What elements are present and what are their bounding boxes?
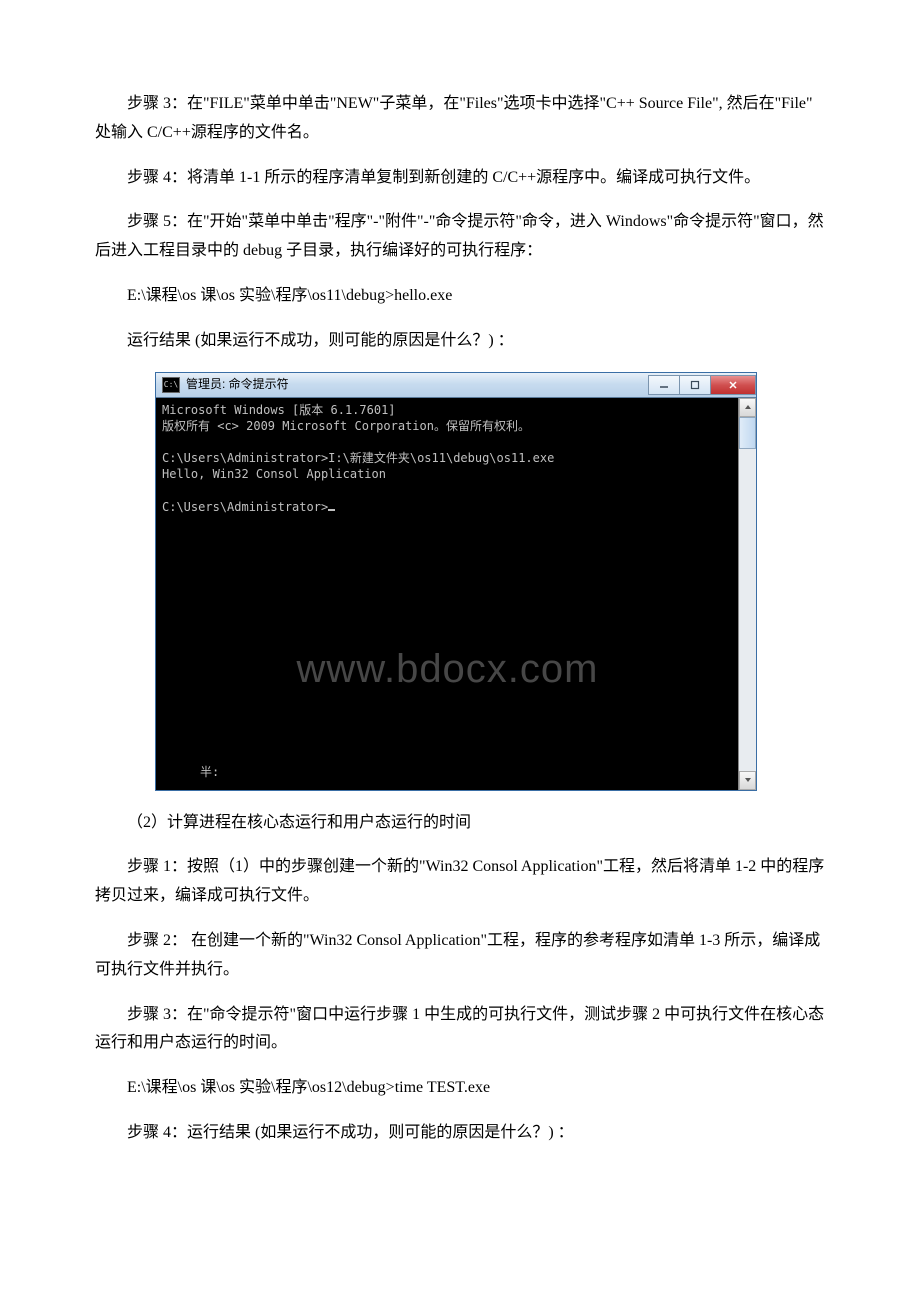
close-icon — [728, 380, 738, 390]
minimize-button[interactable] — [648, 375, 680, 395]
titlebar-left: C:\ 管理员: 命令提示符 — [162, 374, 289, 396]
step-5-paragraph: 步骤 5：在"开始"菜单中单击"程序"-"附件"-"命令提示符"命令，进入 Wi… — [95, 208, 825, 266]
window-title: 管理员: 命令提示符 — [186, 374, 289, 396]
console-body: Microsoft Windows [版本 6.1.7601] 版权所有 <c>… — [156, 398, 756, 790]
titlebar: C:\ 管理员: 命令提示符 — [156, 373, 756, 398]
scrollbar-track[interactable] — [739, 449, 756, 771]
chevron-down-icon — [744, 776, 752, 784]
step-3-paragraph: 步骤 3：在"FILE"菜单中单击"NEW"子菜单，在"Files"选项卡中选择… — [95, 90, 825, 148]
close-button[interactable] — [710, 375, 756, 395]
scroll-down-button[interactable] — [739, 771, 756, 790]
chevron-up-icon — [744, 403, 752, 411]
scroll-up-button[interactable] — [739, 398, 756, 417]
ime-indicator: 半: — [200, 762, 219, 784]
cmd-icon: C:\ — [162, 377, 180, 393]
document-page: 步骤 3：在"FILE"菜单中单击"NEW"子菜单，在"Files"选项卡中选择… — [0, 0, 920, 1224]
scrollbar-thumb[interactable] — [739, 417, 756, 449]
section-2-heading: （2）计算进程在核心态运行和用户态运行的时间 — [95, 809, 825, 838]
cursor — [328, 509, 335, 511]
step-3-paragraph-b: 步骤 3：在"命令提示符"窗口中运行步骤 1 中生成的可执行文件，测试步骤 2 … — [95, 1001, 825, 1059]
command-prompt-window: C:\ 管理员: 命令提示符 Microsoft Windows [版本 6.1… — [155, 372, 757, 791]
run-result-prompt-1: 运行结果 (如果运行不成功，则可能的原因是什么？) ： — [95, 327, 825, 356]
vertical-scrollbar[interactable] — [738, 398, 756, 790]
step-2-paragraph-b: 步骤 2： 在创建一个新的"Win32 Consol Application"工… — [95, 927, 825, 985]
step-4-paragraph-b: 步骤 4：运行结果 (如果运行不成功，则可能的原因是什么？) ： — [95, 1119, 825, 1148]
command-path-2: E:\课程\os 课\os 实验\程序\os12\debug>time TEST… — [95, 1074, 825, 1103]
maximize-button[interactable] — [679, 375, 711, 395]
console-output[interactable]: Microsoft Windows [版本 6.1.7601] 版权所有 <c>… — [156, 398, 738, 790]
command-path-1: E:\课程\os 课\os 实验\程序\os11\debug>hello.exe — [95, 282, 825, 311]
maximize-icon — [690, 380, 700, 390]
minimize-icon — [659, 380, 669, 390]
window-controls — [649, 375, 756, 395]
step-1-paragraph-b: 步骤 1：按照（1）中的步骤创建一个新的"Win32 Consol Applic… — [95, 853, 825, 911]
step-4-paragraph: 步骤 4：将清单 1-1 所示的程序清单复制到新创建的 C/C++源程序中。编译… — [95, 164, 825, 193]
